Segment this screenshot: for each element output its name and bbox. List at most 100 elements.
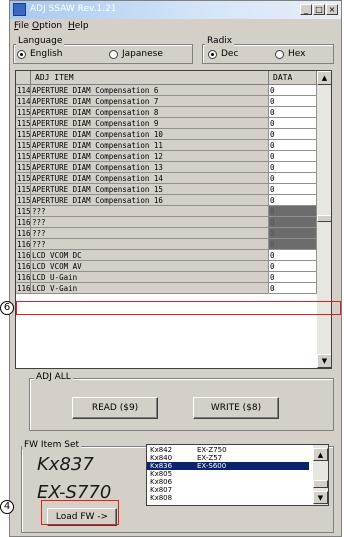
table-row[interactable]: 1164LCD VCOM AV0 bbox=[16, 261, 317, 272]
list-item[interactable]: Kx805 bbox=[147, 470, 309, 478]
row-data-value[interactable]: 0 bbox=[269, 96, 317, 107]
row-data-value[interactable]: 0 bbox=[269, 239, 317, 250]
table-row[interactable]: 1165LCD U-Gain0 bbox=[16, 272, 317, 283]
radio-dec[interactable]: Dec bbox=[208, 49, 238, 59]
table-row[interactable]: 1161???0 bbox=[16, 228, 317, 239]
row-data-value[interactable]: 0 bbox=[269, 162, 317, 173]
fw-list-scrollbar[interactable]: ▲ ▼ bbox=[313, 445, 328, 505]
app-window: ADJ SSAW Rev.1.21 _ □ × File Option Help… bbox=[9, 0, 342, 537]
row-data-value[interactable]: 0 bbox=[269, 283, 317, 294]
row-item-name: ??? bbox=[31, 228, 269, 239]
menu-option[interactable]: Option bbox=[32, 21, 62, 31]
minimize-button[interactable]: _ bbox=[300, 4, 312, 15]
scroll-up-button[interactable]: ▲ bbox=[317, 71, 331, 85]
row-item-name: APERTURE DIAM Compensation 13 bbox=[31, 162, 269, 173]
radio-japanese[interactable]: Japanese bbox=[109, 49, 163, 59]
header-adj-item: ADJ ITEM bbox=[31, 71, 269, 85]
adj-all-group: ADJ ALL READ ($9) WRITE ($8) bbox=[29, 372, 334, 431]
callout-4: 4 bbox=[0, 500, 14, 514]
table-row[interactable]: 1155APERTURE DIAM Compensation 130 bbox=[16, 162, 317, 173]
fw-item-set-label: FW Item Set bbox=[22, 440, 82, 450]
table-row[interactable]: 1150APERTURE DIAM Compensation 80 bbox=[16, 107, 317, 118]
radix-group: Radix Dec Hex bbox=[202, 36, 334, 64]
row-data-value[interactable]: 0 bbox=[269, 140, 317, 151]
adj-all-label: ADJ ALL bbox=[34, 372, 73, 382]
row-data-value[interactable]: 0 bbox=[269, 272, 317, 283]
radio-english[interactable]: English bbox=[17, 49, 63, 59]
table-row[interactable]: 1152APERTURE DIAM Compensation 100 bbox=[16, 129, 317, 140]
radio-hex[interactable]: Hex bbox=[275, 49, 305, 59]
table-row[interactable]: 1149APERTURE DIAM Compensation 70 bbox=[16, 96, 317, 107]
fw-list[interactable]: Kx842 EX-Z750 Kx840 EX-Z57 Kx836 EX-S600 Kx805… bbox=[146, 444, 329, 506]
row-data-value[interactable]: 0 bbox=[269, 107, 317, 118]
fw-scroll-thumb[interactable] bbox=[313, 480, 328, 488]
scroll-down-button[interactable]: ▼ bbox=[317, 354, 331, 368]
list-item[interactable]: Kx840 EX-Z57 bbox=[147, 454, 309, 462]
row-item-name: LCD V-Gain bbox=[31, 283, 269, 294]
table-row[interactable]: 1162???0 bbox=[16, 239, 317, 250]
row-index: 1163 bbox=[16, 250, 31, 261]
table-row[interactable]: 1158APERTURE DIAM Compensation 160 bbox=[16, 195, 317, 206]
read-button[interactable]: READ ($9) bbox=[72, 397, 158, 419]
row-index: 1156 bbox=[16, 173, 31, 184]
row-data-value[interactable]: 0 bbox=[269, 173, 317, 184]
table-row[interactable]: 1148APERTURE DIAM Compensation 60 bbox=[16, 85, 317, 96]
scroll-thumb[interactable] bbox=[317, 215, 331, 222]
row-index: 1149 bbox=[16, 96, 31, 107]
list-item[interactable]: Kx842 EX-Z750 bbox=[147, 446, 309, 454]
row-data-value[interactable]: 0 bbox=[269, 228, 317, 239]
list-item[interactable]: Kx807 bbox=[147, 486, 309, 494]
menu-file[interactable]: File bbox=[14, 21, 29, 31]
maximize-button[interactable]: □ bbox=[313, 4, 325, 15]
table-row[interactable]: 1157APERTURE DIAM Compensation 150 bbox=[16, 184, 317, 195]
row-item-name: ??? bbox=[31, 239, 269, 250]
highlight-row-box bbox=[16, 301, 341, 315]
list-item[interactable]: Kx836 EX-S600 bbox=[147, 462, 309, 470]
radio-dot-japanese bbox=[109, 49, 118, 59]
fw-scroll-up-button[interactable]: ▲ bbox=[313, 448, 328, 461]
table-row[interactable]: 1153APERTURE DIAM Compensation 110 bbox=[16, 140, 317, 151]
table-row[interactable]: 1156APERTURE DIAM Compensation 140 bbox=[16, 173, 317, 184]
radio-dot-hex bbox=[275, 49, 284, 59]
fw-scroll-down-button[interactable]: ▼ bbox=[313, 491, 328, 504]
list-item[interactable]: Kx806 bbox=[147, 478, 309, 486]
row-data-value[interactable]: 0 bbox=[269, 151, 317, 162]
table-row[interactable]: 1166LCD V-Gain0 bbox=[16, 283, 317, 294]
table-row[interactable]: 1159???0 bbox=[16, 206, 317, 217]
table-row[interactable]: 1154APERTURE DIAM Compensation 120 bbox=[16, 151, 317, 162]
row-index: 1150 bbox=[16, 107, 31, 118]
row-item-name: APERTURE DIAM Compensation 7 bbox=[31, 96, 269, 107]
close-button[interactable]: × bbox=[326, 4, 338, 15]
row-data-value[interactable]: 0 bbox=[269, 206, 317, 217]
adj-item-grid[interactable]: ADJ ITEM DATA 1148APERTURE DIAM Compensa… bbox=[15, 70, 332, 369]
fw-model: EX-Z57 bbox=[197, 454, 223, 462]
row-data-value[interactable]: 0 bbox=[269, 129, 317, 140]
row-data-value[interactable]: 0 bbox=[269, 195, 317, 206]
row-item-name: APERTURE DIAM Compensation 14 bbox=[31, 173, 269, 184]
fw-code: Kx807 bbox=[150, 486, 173, 494]
row-data-value[interactable]: 0 bbox=[269, 261, 317, 272]
row-data-value[interactable]: 0 bbox=[269, 217, 317, 228]
table-row[interactable]: 1151APERTURE DIAM Compensation 90 bbox=[16, 118, 317, 129]
menu-help[interactable]: Help bbox=[68, 21, 89, 31]
header-index-cell bbox=[16, 71, 31, 85]
table-row[interactable]: 1163LCD VCOM DC0 bbox=[16, 250, 317, 261]
row-index: 1159 bbox=[16, 206, 31, 217]
row-data-value[interactable]: 0 bbox=[269, 184, 317, 195]
write-button[interactable]: WRITE ($8) bbox=[193, 397, 279, 419]
row-item-name: APERTURE DIAM Compensation 6 bbox=[31, 85, 269, 96]
header-data: DATA bbox=[269, 71, 317, 85]
radio-dot-dec bbox=[208, 49, 217, 59]
row-item-name: APERTURE DIAM Compensation 12 bbox=[31, 151, 269, 162]
row-item-name: APERTURE DIAM Compensation 16 bbox=[31, 195, 269, 206]
row-item-name: APERTURE DIAM Compensation 10 bbox=[31, 129, 269, 140]
list-item[interactable]: Kx808 bbox=[147, 494, 309, 502]
row-data-value[interactable]: 0 bbox=[269, 85, 317, 96]
table-row[interactable]: 1160???0 bbox=[16, 217, 317, 228]
row-index: 1151 bbox=[16, 118, 31, 129]
title-bar[interactable]: ADJ SSAW Rev.1.21 _ □ × bbox=[10, 1, 341, 19]
row-data-value[interactable]: 0 bbox=[269, 118, 317, 129]
row-data-value[interactable]: 0 bbox=[269, 250, 317, 261]
language-group-label: Language bbox=[16, 36, 65, 46]
grid-scrollbar[interactable]: ▲ ▼ bbox=[317, 71, 331, 368]
